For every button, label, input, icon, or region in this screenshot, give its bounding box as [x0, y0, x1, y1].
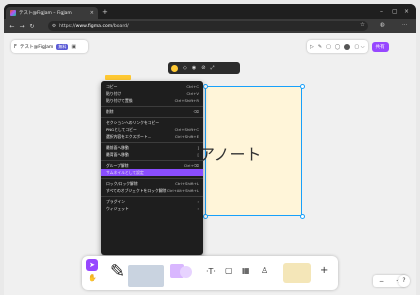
browser-tab[interactable]: テスト@FigJam – FigJam ×	[6, 7, 98, 19]
menu-item-ungroup[interactable]: グループ解除 Ctrl+⌫	[101, 162, 203, 169]
menu-divider	[101, 117, 203, 118]
stamp-tool-icon[interactable]: ♙	[261, 266, 268, 275]
menu-divider	[101, 106, 203, 107]
menu-item-widgets[interactable]: ウィジェット ›	[101, 205, 203, 212]
layout-icon[interactable]: ▣	[71, 44, 76, 50]
bottom-toolbar: ➤ ✋ ✎ ·T· ▢ ▦ ♙ +	[82, 256, 338, 290]
chat-icon[interactable]: ◯	[335, 44, 341, 50]
section-tool-icon[interactable]: ▢	[225, 266, 233, 275]
zoom-out-button[interactable]: −	[379, 278, 384, 285]
menu-item-delete[interactable]: 削除 ⌫	[101, 108, 203, 115]
back-icon[interactable]: ←	[7, 23, 17, 30]
figjam-logo-icon[interactable]: F	[14, 44, 17, 50]
select-tool-icon[interactable]: ➤	[86, 259, 98, 271]
new-tab-button[interactable]: +	[102, 8, 108, 16]
file-name[interactable]: テスト@FigJam	[20, 44, 54, 50]
profile-icon[interactable]: ◍	[380, 22, 385, 28]
menu-item-paste-replace[interactable]: 貼り付けて置換 Ctrl+Shift+R	[101, 97, 203, 104]
table-tool-icon[interactable]: ▦	[242, 266, 250, 275]
tab-bar: テスト@FigJam – FigJam × + – ▢ ×	[4, 4, 416, 19]
url-host: www.figma.com	[75, 23, 113, 29]
help-button[interactable]: ?	[398, 275, 410, 287]
expand-icon[interactable]: ⤢	[210, 65, 214, 71]
menu-divider	[101, 196, 203, 197]
file-menu[interactable]: F テスト@FigJam 無料 ▣	[11, 40, 88, 53]
resize-handle-tr[interactable]	[300, 84, 305, 89]
context-menu: コピー Ctrl+C 貼り付け Ctrl+V 貼り付けて置換 Ctrl+Shift+R…	[101, 81, 203, 255]
star-icon[interactable]: ☆	[360, 22, 365, 28]
menu-divider	[101, 142, 203, 143]
eye-icon[interactable]: ◉	[192, 65, 196, 71]
color-swatch[interactable]	[171, 64, 178, 72]
sticky-stack-tool[interactable]	[128, 265, 164, 287]
menu-item-lock[interactable]: ロック/ロック解除 Ctrl+Shift+L	[101, 180, 203, 187]
sticky-text[interactable]: アノート	[199, 141, 262, 165]
play-icon[interactable]: ▷	[310, 44, 314, 50]
url-field[interactable]: ⚙ https://www.figma.com/board/	[48, 21, 368, 31]
link-icon[interactable]: ⊘	[201, 65, 205, 71]
shape-icon[interactable]: ◇	[183, 65, 187, 71]
marker-tool-icon[interactable]: ✎	[110, 261, 125, 282]
pen-icon[interactable]: ✎	[318, 44, 322, 50]
resize-handle-br[interactable]	[300, 214, 305, 219]
tab-close-icon[interactable]: ×	[90, 10, 94, 16]
url-path: /board/	[112, 23, 129, 29]
menu-item-copy[interactable]: コピー Ctrl+C	[101, 83, 203, 90]
reload-icon[interactable]: ↻	[27, 23, 37, 30]
widgets-tool[interactable]	[283, 263, 311, 283]
figma-favicon-icon	[10, 10, 16, 16]
minimize-icon[interactable]: –	[380, 8, 383, 16]
zoom-menu[interactable]: ▢ ⌵	[354, 44, 364, 50]
share-button[interactable]: 共有	[371, 41, 389, 52]
text-tool-icon[interactable]: ·T·	[206, 267, 216, 276]
tab-title: テスト@FigJam – FigJam	[19, 11, 72, 16]
forward-icon[interactable]: →	[17, 23, 27, 30]
address-bar: ← → ↻ ⚙ https://www.figma.com/board/ ☆ ◍…	[4, 19, 416, 33]
menu-item-bring-front[interactable]: 最前面へ移動]	[101, 144, 203, 151]
collab-tools: ▷ ✎ ▢ ◯ ▢ ⌵	[307, 40, 368, 53]
menu-item-export[interactable]: 選択内容をエクスポート… Ctrl+Shift+E	[101, 133, 203, 140]
menu-item-copy-png[interactable]: PNGとしてコピー Ctrl+Shift+C	[101, 126, 203, 133]
menu-item-unlock-all[interactable]: すべてのオブジェクトをロック解除 Ctrl+Alt+Shift+L	[101, 187, 203, 194]
frame-icon[interactable]: ▢	[326, 44, 331, 50]
resize-handle-tl[interactable]	[203, 84, 208, 89]
menu-item-send-back[interactable]: 最背面へ移動[	[101, 151, 203, 158]
menu-item-set-thumbnail[interactable]: サムネイルとして設定	[101, 169, 203, 176]
close-window-icon[interactable]: ×	[404, 8, 409, 16]
url-scheme: https://	[59, 23, 76, 29]
menu-icon[interactable]: ⋯	[402, 22, 408, 28]
plan-badge: 無料	[56, 43, 69, 50]
menu-divider	[101, 160, 203, 161]
site-info-icon[interactable]: ⚙	[52, 24, 56, 29]
browser-window: テスト@FigJam – FigJam × + – ▢ × ← → ↻ ⚙ ht…	[4, 4, 416, 295]
hand-tool-icon[interactable]: ✋	[88, 274, 97, 282]
object-context-toolbar: ◇ ◉ ⊘ ⤢	[168, 62, 240, 74]
figjam-canvas[interactable]: F テスト@FigJam 無料 ▣ ▷ ✎ ▢ ◯ ▢ ⌵ 共有 ◇ ◉ ⊘ ⤢	[4, 33, 416, 295]
section-label	[105, 75, 131, 80]
menu-divider	[101, 178, 203, 179]
menu-item-paste[interactable]: 貼り付け Ctrl+V	[101, 90, 203, 97]
resize-handle-bl[interactable]	[203, 214, 208, 219]
avatar[interactable]	[344, 43, 351, 50]
menu-item-copy-section-link[interactable]: セクションへのリンクをコピー	[101, 119, 203, 126]
shapes-tool[interactable]	[170, 262, 196, 284]
add-tool-button[interactable]: +	[320, 265, 328, 276]
menu-item-plugins[interactable]: プラグイン ›	[101, 198, 203, 205]
maximize-icon[interactable]: ▢	[392, 8, 398, 16]
top-right-tools: ▷ ✎ ▢ ◯ ▢ ⌵ 共有	[307, 40, 413, 53]
